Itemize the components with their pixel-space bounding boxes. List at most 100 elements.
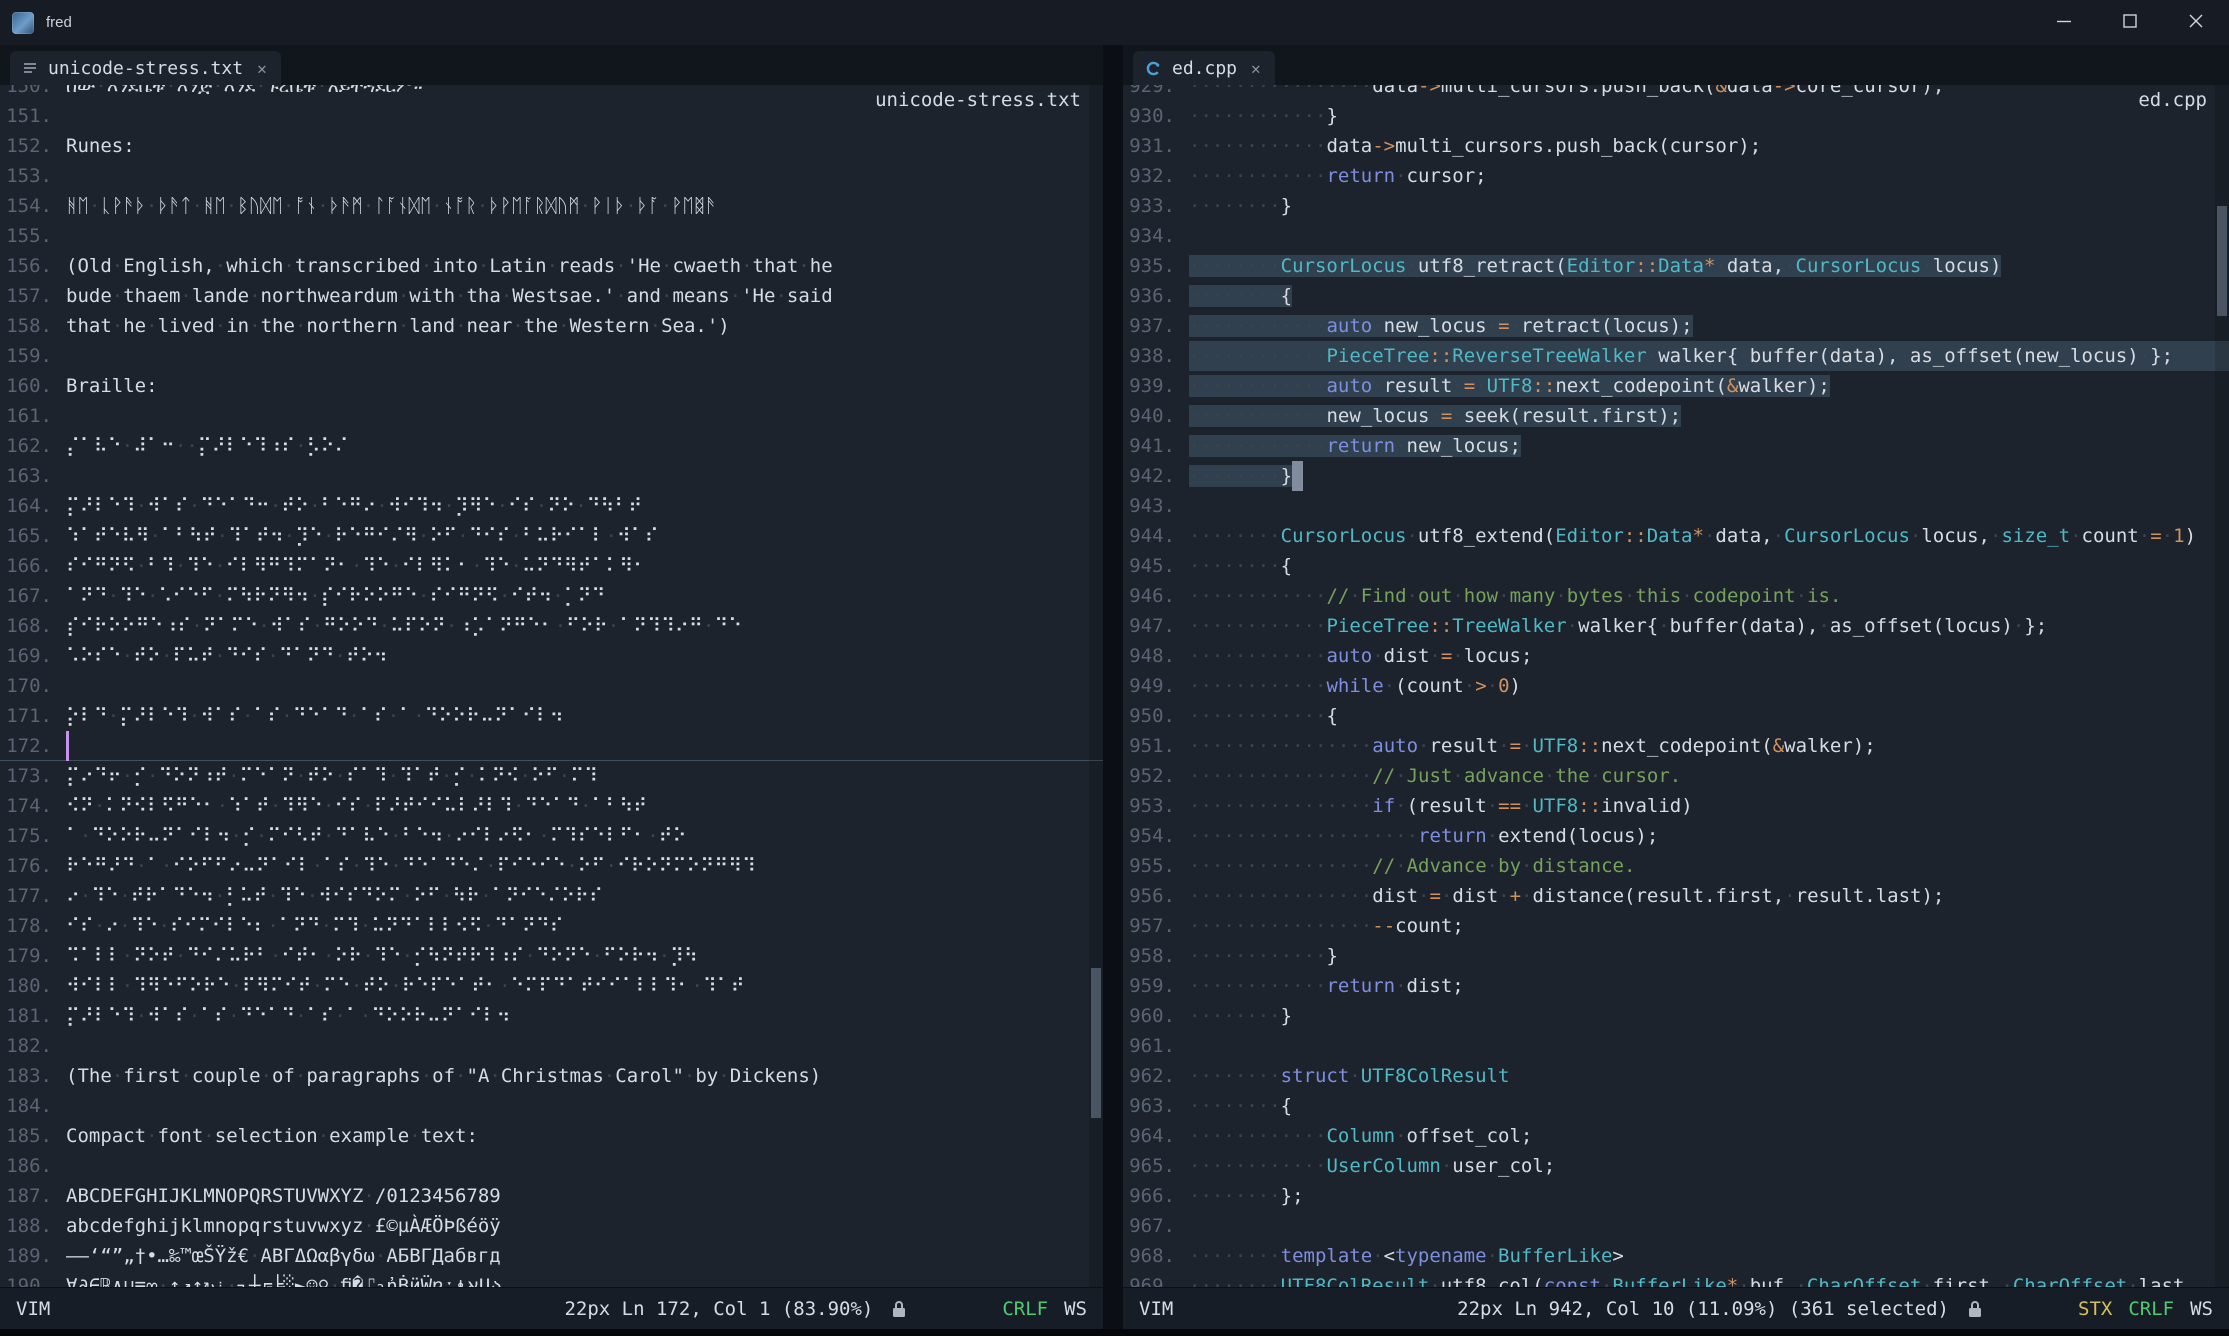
code-line[interactable]: 944.········CursorLocus·utf8_extend(Edit… (1123, 521, 2229, 551)
code-line[interactable]: 165.⠱⠁⠞⠑⠧⠻·⠁⠃⠳⠞·⠹⠁⠞⠲·⡹⠑·⠗⠑⠛⠊⠌⠻·⠕⠋·⠙⠊⠎·⠃⠥… (0, 521, 1103, 551)
code-line[interactable]: 939.············auto·result·=·UTF8::next… (1123, 371, 2229, 401)
close-button[interactable] (2163, 0, 2229, 45)
scrollbar[interactable] (1089, 85, 1103, 1287)
code-line[interactable]: 949.············while·(count·>·0) (1123, 671, 2229, 701)
code-line[interactable]: 957.················--count; (1123, 911, 2229, 941)
scrollbar-thumb[interactable] (2217, 206, 2227, 316)
scrollbar-thumb[interactable] (1091, 968, 1101, 1118)
code-line[interactable]: 161. (0, 401, 1103, 431)
code-line[interactable]: 933.········} (1123, 191, 2229, 221)
minimize-button[interactable] (2031, 0, 2097, 45)
code-line[interactable]: 942.········} (1123, 461, 2229, 491)
code-line[interactable]: 958.············} (1123, 941, 2229, 971)
code-line[interactable]: 940.············new_locus·=·seek(result.… (1123, 401, 2229, 431)
cursor-position-indicator: 22px Ln 942, Col 10 (11.09%) (361 select… (1457, 1298, 1949, 1320)
code-line[interactable]: 179.⠩⠁⠇⠇·⠝⠕⠞·⠙⠊⠌⠥⠗⠃·⠊⠞⠂·⠕⠗·⠹⠑·⡊⠳⠝⠞⠗⠹⠰⠎·⠙… (0, 941, 1103, 971)
code-line[interactable]: 937.············auto·new_locus·=·retract… (1123, 311, 2229, 341)
code-line[interactable]: 966.········}; (1123, 1181, 2229, 1211)
code-line[interactable]: 174.⠪⠝·⠅⠝⠪⠇⠫⠛⠑⠂·⠱⠁⠞·⠹⠻⠑·⠊⠎·⠏⠜⠞⠊⠊⠥⠇⠜⠇⠹·⠙⠑… (0, 791, 1103, 821)
code-line[interactable]: 162.⡌⠁⠧⠑·⠼⠁⠒··⡍⠜⠇⠑⠹⠰⠎·⡣⠕⠌ (0, 431, 1103, 461)
code-line[interactable]: 189.–—‘“”„†•…‰™œŠŸž€·ΑΒΓΔΩαβγδω·АБВГДабв… (0, 1241, 1103, 1271)
code-line[interactable]: 168.⡎⠊⠗⠕⠕⠛⠑⠰⠎·⠝⠁⠍⠑·⠺⠁⠎·⠛⠕⠕⠙·⠥⠏⠕⠝·⠰⡡⠁⠝⠛⠑⠂… (0, 611, 1103, 641)
editor-content[interactable]: 150.ሰው·እንደቤቱ·እንጅ·እንደ·ጉረቤቱ·አይተዳደርም።151.15… (0, 85, 1103, 1287)
code-line[interactable]: 167.⠁⠝⠙·⠹⠑·⠡⠊⠑⠋·⠍⠳⠗⠝⠻⠲·⡎⠊⠗⠕⠕⠛⠑·⠎⠊⠛⠝⠫·⠊⠞⠲… (0, 581, 1103, 611)
code-line[interactable]: 938.············PieceTree::ReverseTreeWa… (1123, 341, 2229, 371)
status-flag-crlf: CRLF (2128, 1298, 2174, 1320)
code-line[interactable]: 955.················//·Advance·by·distan… (1123, 851, 2229, 881)
code-line[interactable]: 157.bude·thaem·lande·northweardum·with·t… (0, 281, 1103, 311)
code-line[interactable]: 948.············auto·dist·=·locus; (1123, 641, 2229, 671)
code-line[interactable]: 929.················data->multi_cursors.… (1123, 85, 2229, 101)
code-line[interactable]: 945.········{ (1123, 551, 2229, 581)
code-line[interactable]: 965.············UserColumn·user_col; (1123, 1151, 2229, 1181)
code-line[interactable]: 158.that·he·lived·in·the·northern·land·n… (0, 311, 1103, 341)
code-line[interactable]: 961. (1123, 1031, 2229, 1061)
code-line[interactable]: 160.Braille: (0, 371, 1103, 401)
code-line[interactable]: 952.················//·Just·advance·the·… (1123, 761, 2229, 791)
code-line[interactable]: 190.∀∂∈ℝ∧∪≡∞·↑↗↨↻⇣·┐┼╔╘░►☺♀·ﬁ�⑀₂ἠḂӥẄɐː⍎א… (0, 1271, 1103, 1287)
code-line[interactable]: 935.········CursorLocus·utf8_retract(Edi… (1123, 251, 2229, 281)
code-line[interactable]: 967. (1123, 1211, 2229, 1241)
code-line[interactable]: 186. (0, 1151, 1103, 1181)
code-line[interactable]: 183.(The·first·couple·of·paragraphs·of·"… (0, 1061, 1103, 1091)
code-line[interactable]: 956.················dist·=·dist·+·distan… (1123, 881, 2229, 911)
code-line[interactable]: 156.(Old·English,·which·transcribed·into… (0, 251, 1103, 281)
tab-ed-cpp[interactable]: ed.cpp ✕ (1133, 51, 1275, 85)
code-line[interactable]: 941.············return·new_locus; (1123, 431, 2229, 461)
code-line[interactable]: 181.⡍⠜⠇⠑⠹·⠺⠁⠎·⠁⠎·⠙⠑⠁⠙·⠁⠎·⠁·⠙⠕⠕⠗⠤⠝⠁⠊⠇⠲ (0, 1001, 1103, 1031)
pane-divider[interactable] (1103, 45, 1123, 1329)
code-line[interactable]: 943. (1123, 491, 2229, 521)
code-line[interactable]: 946.············//·Find·out·how·many·byt… (1123, 581, 2229, 611)
tab-close-button[interactable]: ✕ (1251, 59, 1261, 78)
code-line[interactable]: 182. (0, 1031, 1103, 1061)
code-line[interactable]: 963.········{ (1123, 1091, 2229, 1121)
code-line[interactable]: 954.····················return·extend(lo… (1123, 821, 2229, 851)
line-text: ············return·new_locus; (1175, 431, 2229, 461)
line-number: 162. (0, 431, 52, 461)
code-line[interactable]: 152.Runes: (0, 131, 1103, 161)
code-line[interactable]: 169.⠡⠕⠎⠑·⠞⠕·⠏⠥⠞·⠙⠊⠎·⠙⠁⠝⠙·⠞⠕⠲ (0, 641, 1103, 671)
code-line[interactable]: 170. (0, 671, 1103, 701)
code-line[interactable]: 185.Compact·font·selection·example·text: (0, 1121, 1103, 1151)
code-line[interactable]: 166.⠎⠊⠛⠝⠫·⠃⠹·⠹⠑·⠊⠇⠻⠛⠹⠍⠁⠝⠂·⠹⠑·⠊⠇⠻⠅⠂·⠹⠑·⠥⠝… (0, 551, 1103, 581)
scrollbar[interactable] (2215, 85, 2229, 1287)
tab-unicode-stress-txt[interactable]: unicode-stress.txt ✕ (10, 51, 281, 85)
code-line[interactable]: 163. (0, 461, 1103, 491)
code-line[interactable]: 934. (1123, 221, 2229, 251)
code-line[interactable]: 962.········struct·UTF8ColResult (1123, 1061, 2229, 1091)
code-line[interactable]: 959.············return·dist; (1123, 971, 2229, 1001)
tab-bar-right: ed.cpp ✕ (1123, 45, 2229, 85)
tab-close-button[interactable]: ✕ (257, 59, 267, 78)
code-line[interactable]: 968.········template·<typename·BufferLik… (1123, 1241, 2229, 1271)
code-line[interactable]: 177.⠔·⠹⠑·⠞⠗⠁⠙⠑⠲·⡃⠥⠞·⠹⠑·⠺⠊⠎⠙⠕⠍·⠕⠋·⠳⠗·⠁⠝⠊⠑… (0, 881, 1103, 911)
code-line[interactable]: 931.············data->multi_cursors.push… (1123, 131, 2229, 161)
code-line[interactable]: 964.············Column·offset_col; (1123, 1121, 2229, 1151)
editor-content[interactable]: 929.················data->multi_cursors.… (1123, 85, 2229, 1287)
code-line[interactable]: 960.········} (1123, 1001, 2229, 1031)
code-line[interactable]: 164.⡍⠜⠇⠑⠹·⠺⠁⠎·⠙⠑⠁⠙⠒·⠞⠕·⠃⠑⠛⠔·⠺⠊⠹⠲·⡹⠻⠑·⠊⠎·… (0, 491, 1103, 521)
code-line[interactable]: 171.⡕⠇⠙·⡍⠜⠇⠑⠹·⠺⠁⠎·⠁⠎·⠙⠑⠁⠙·⠁⠎·⠁·⠙⠕⠕⠗⠤⠝⠁⠊⠇… (0, 701, 1103, 731)
code-line[interactable]: 175.⠁·⠙⠕⠕⠗⠤⠝⠁⠊⠇⠲·⡊·⠍⠊⠣⠞·⠙⠁⠧⠑·⠃⠑⠲·⠔⠊⠇⠔⠫⠂·… (0, 821, 1103, 851)
code-line[interactable]: 184. (0, 1091, 1103, 1121)
code-line[interactable]: 178.⠊⠎·⠔·⠹⠑·⠎⠊⠍⠊⠇⠑⠆·⠁⠝⠙·⠍⠹·⠥⠝⠙⠁⠇⠇⠪⠫·⠙⠁⠝⠙… (0, 911, 1103, 941)
code-line[interactable]: 950.············{ (1123, 701, 2229, 731)
code-line[interactable]: 176.⠗⠑⠛⠜⠙·⠁·⠊⠕⠋⠋⠔⠤⠝⠁⠊⠇·⠁⠎·⠹⠑·⠙⠑⠁⠙⠑⠌·⠏⠊⠑⠊… (0, 851, 1103, 881)
code-line[interactable]: 154.ᚻᛖ·ᚳᚹᚫᚦ·ᚦᚫᛏ·ᚻᛖ·ᛒᚢᛞᛖ·ᚩᚾ·ᚦᚫᛗ·ᛚᚪᚾᛞᛖ·ᚾᚩᚱ… (0, 191, 1103, 221)
code-line[interactable]: 930.············} (1123, 101, 2229, 131)
code-line[interactable]: 187.ABCDEFGHIJKLMNOPQRSTUVWXYZ·/01234567… (0, 1181, 1103, 1211)
code-line[interactable]: 969.········UTF8ColResult·utf8_col(const… (1123, 1271, 2229, 1287)
code-line[interactable]: 932.············return·cursor; (1123, 161, 2229, 191)
code-line[interactable]: 936.········{ (1123, 281, 2229, 311)
code-line[interactable]: 188.abcdefghijklmnopqrstuvwxyz·£©µÀÆÖÞßé… (0, 1211, 1103, 1241)
code-line[interactable]: 172. (0, 731, 1103, 761)
code-line[interactable]: 173.⡍⠔⠙⠖·⡊·⠙⠕⠝⠰⠞·⠍⠑⠁⠝·⠞⠕·⠎⠁⠹·⠹⠁⠞·⡊·⠅⠝⠪·⠕… (0, 761, 1103, 791)
code-line[interactable]: 155. (0, 221, 1103, 251)
code-line[interactable]: 953.················if·(result·==·UTF8::… (1123, 791, 2229, 821)
mode-indicator: VIM (1139, 1298, 1173, 1320)
code-line[interactable]: 159. (0, 341, 1103, 371)
code-line[interactable]: 180.⠺⠊⠇⠇·⠹⠻⠑⠋⠕⠗⠑·⠏⠻⠍⠊⠞·⠍⠑·⠞⠕·⠗⠑⠏⠑⠁⠞⠂·⠑⠍⠏… (0, 971, 1103, 1001)
code-line[interactable]: 153. (0, 161, 1103, 191)
maximize-button[interactable] (2097, 0, 2163, 45)
code-line[interactable]: 947.············PieceTree::TreeWalker·wa… (1123, 611, 2229, 641)
code-line[interactable]: 951.················auto·result·=·UTF8::… (1123, 731, 2229, 761)
